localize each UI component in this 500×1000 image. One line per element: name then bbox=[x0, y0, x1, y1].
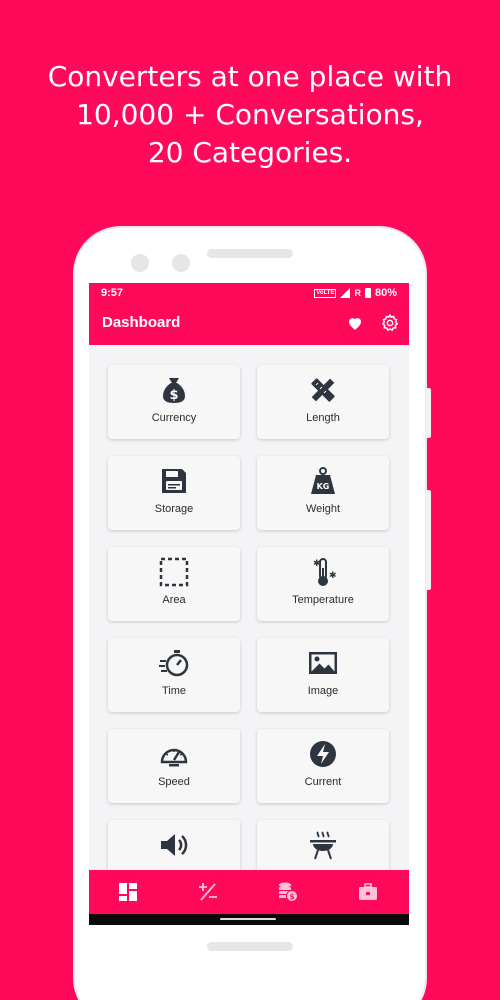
category-label: Temperature bbox=[292, 594, 354, 606]
svg-text:$: $ bbox=[290, 893, 295, 901]
volte-indicator: VoLTE bbox=[314, 288, 337, 298]
floppy-disk-icon bbox=[162, 469, 186, 493]
category-label: Length bbox=[306, 412, 340, 424]
battery-icon bbox=[364, 288, 371, 298]
home-gesture-pill[interactable] bbox=[220, 918, 276, 920]
battery-level: 80% bbox=[374, 287, 397, 299]
headline-line-3: 20 Categories. bbox=[147, 136, 353, 169]
status-bar: 9:57 VoLTE R 80% bbox=[89, 283, 409, 303]
promo-headline: Converters at one place with 10,000 + Co… bbox=[0, 58, 500, 172]
speedometer-icon bbox=[160, 748, 188, 767]
earpiece-speaker bbox=[207, 249, 293, 258]
roaming-indicator: R bbox=[354, 288, 361, 298]
lightning-icon bbox=[310, 741, 336, 767]
power-button bbox=[426, 490, 431, 590]
category-label: Image bbox=[307, 685, 339, 697]
category-label: Current bbox=[304, 776, 342, 788]
category-card-time[interactable]: Time bbox=[108, 638, 240, 712]
dashboard-icon[interactable] bbox=[117, 881, 139, 903]
ruler-pencil-icon bbox=[311, 378, 335, 402]
heart-icon[interactable] bbox=[346, 314, 364, 332]
category-label: Speed bbox=[158, 776, 190, 788]
thermometer-snowflake-icon: ✱ ✱ bbox=[313, 558, 337, 586]
status-time: 9:57 bbox=[101, 287, 124, 299]
front-sensor bbox=[172, 254, 190, 272]
app-bar: Dashboard bbox=[89, 303, 409, 345]
kg-weight-icon: KG bbox=[311, 467, 335, 494]
page-title: Dashboard bbox=[102, 314, 181, 331]
system-navigation-bar bbox=[89, 914, 409, 925]
category-label: Time bbox=[161, 685, 187, 697]
category-card-area[interactable]: Area bbox=[108, 547, 240, 621]
category-card-temperature[interactable]: ✱ ✱ Temperature bbox=[257, 547, 389, 621]
image-icon bbox=[309, 652, 337, 674]
svg-text:$: $ bbox=[169, 388, 178, 403]
coins-icon[interactable]: $ bbox=[277, 881, 299, 903]
stopwatch-icon bbox=[159, 650, 189, 677]
category-label: Storage bbox=[154, 503, 194, 515]
category-label: Weight bbox=[305, 503, 341, 515]
category-card-weight[interactable]: KG Weight bbox=[257, 456, 389, 530]
bottom-speaker bbox=[207, 942, 293, 951]
svg-text:✱: ✱ bbox=[313, 559, 321, 569]
plus-minus-icon[interactable] bbox=[197, 881, 219, 903]
speaker-icon bbox=[161, 834, 188, 856]
briefcase-icon[interactable] bbox=[357, 881, 379, 903]
category-card-currency[interactable]: $ Currency bbox=[108, 365, 240, 439]
front-camera bbox=[131, 254, 149, 272]
svg-text:KG: KG bbox=[317, 482, 330, 491]
category-card-storage[interactable]: Storage bbox=[108, 456, 240, 530]
gear-icon[interactable] bbox=[380, 313, 400, 333]
volume-button bbox=[426, 388, 431, 438]
category-label: Area bbox=[162, 594, 186, 606]
category-card-current[interactable]: Current bbox=[257, 729, 389, 803]
svg-text:✱: ✱ bbox=[329, 571, 337, 581]
category-card-speed[interactable]: Speed bbox=[108, 729, 240, 803]
signal-icon bbox=[340, 288, 351, 298]
dashed-square-icon bbox=[159, 557, 189, 587]
category-card-length[interactable]: Length bbox=[257, 365, 389, 439]
money-bag-icon: $ bbox=[163, 378, 185, 403]
bottom-navigation: $ bbox=[89, 870, 409, 914]
headline-line-2: 10,000 + Conversations, bbox=[76, 98, 424, 131]
category-label: Currency bbox=[151, 412, 197, 424]
app-screen: 9:57 VoLTE R 80% Dashboard $ Currency Le… bbox=[89, 283, 409, 925]
barbecue-grill-icon bbox=[310, 831, 336, 860]
category-card-image[interactable]: Image bbox=[257, 638, 389, 712]
headline-line-1: Converters at one place with bbox=[47, 60, 453, 93]
